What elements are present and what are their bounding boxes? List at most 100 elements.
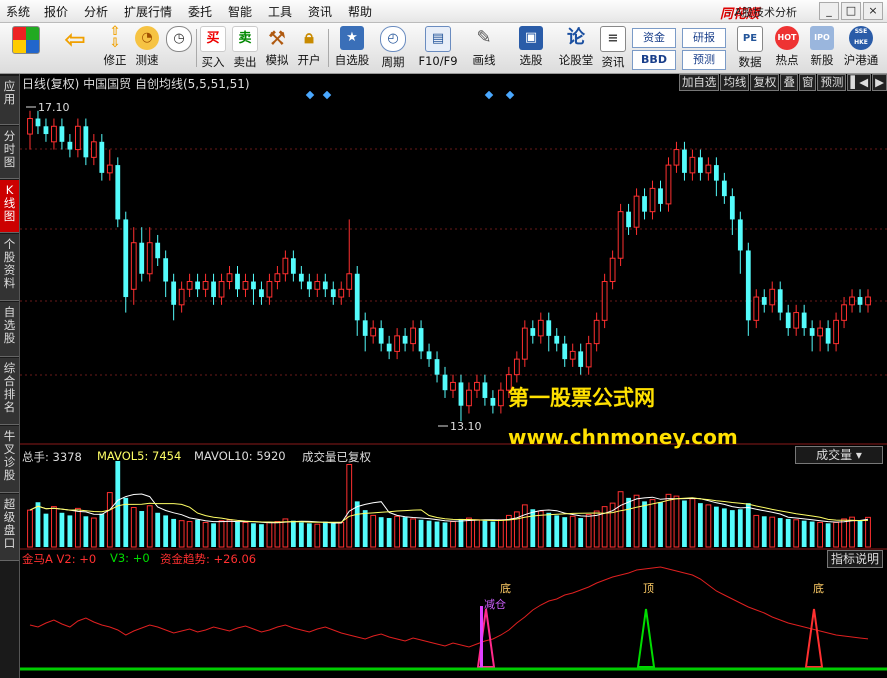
forecast-chart-button[interactable]: 预测	[817, 74, 847, 91]
clock2-button[interactable]: ◷	[164, 25, 194, 71]
tab-stock-profile[interactable]: 个股资料	[0, 234, 19, 301]
data-button[interactable]: PE 数据	[734, 25, 766, 71]
volume-adjusted-note: 成交量已复权	[302, 450, 371, 464]
tab-ranking[interactable]: 综合排名	[0, 358, 19, 425]
forum-button[interactable]: 论 论股堂	[556, 25, 596, 71]
menu-extended-market[interactable]: 扩展行情	[124, 3, 172, 20]
grid-button[interactable]	[10, 25, 42, 71]
tab-apps[interactable]: 应用	[0, 76, 19, 125]
back-button[interactable]: ⇦	[58, 25, 92, 71]
menu-order[interactable]: 委托	[188, 3, 212, 20]
volume-bar	[434, 521, 440, 547]
menu-system[interactable]: 系统	[6, 3, 30, 20]
buy-button[interactable]: 买 买入	[198, 25, 228, 71]
menu-quote[interactable]: 报价	[44, 3, 68, 20]
prev-button[interactable]: ▌◀	[847, 74, 872, 91]
window-controls: _ □ ×	[817, 2, 883, 20]
volume-bar	[106, 492, 113, 548]
menu-news[interactable]: 资讯	[308, 3, 332, 20]
f10-button[interactable]: ▤ F10/F9	[416, 25, 460, 71]
volume-bar	[546, 512, 552, 547]
candle-body	[74, 125, 81, 151]
candle-body	[785, 312, 791, 329]
speed-test-button[interactable]: ◔ 测速	[132, 25, 162, 71]
close-button[interactable]: ×	[863, 2, 883, 20]
forum-label: 论股堂	[558, 53, 594, 67]
candle-body	[649, 187, 656, 213]
revise-button[interactable]: ⇧ ⇩ 修正	[100, 25, 130, 71]
stock-picker-button[interactable]: ▣ 选股	[512, 25, 550, 71]
volume-bar	[673, 495, 680, 548]
candle-body	[27, 118, 33, 135]
star-folder-icon: ★	[340, 26, 364, 50]
volume-bar	[362, 510, 368, 547]
menu-help[interactable]: 帮助	[348, 3, 372, 20]
window-button[interactable]: 窗	[798, 74, 817, 91]
candle-body	[290, 258, 296, 274]
indicator-v3-label: V3: +0	[110, 551, 150, 565]
research-button[interactable]: 研报	[682, 28, 726, 48]
kline-chart-area[interactable]: 17.10 13.10	[20, 91, 887, 678]
adjust-button[interactable]: 复权	[750, 74, 780, 91]
candle-body	[554, 335, 560, 344]
candle-body	[578, 351, 584, 367]
menu-smart[interactable]: 智能	[228, 3, 252, 20]
period-button[interactable]: ◴ 周期	[376, 25, 410, 71]
candle-body	[259, 289, 264, 298]
news-button[interactable]: ≡ 资讯	[598, 25, 628, 71]
candle-body	[146, 242, 153, 275]
candle-body	[537, 319, 544, 337]
overlay-button[interactable]: 叠	[780, 74, 798, 91]
candle-body	[330, 289, 336, 298]
candle-body	[490, 397, 496, 406]
signal-reduce-note: 减仓	[484, 598, 506, 611]
volume-bar	[394, 515, 401, 548]
volume-bar	[626, 497, 631, 547]
left-tab-bar: 应用 分时图 K线图 个股资料 自选股 综合排名 牛叉诊股 超级盘口	[0, 74, 20, 678]
new-stock-button[interactable]: IPO 新股	[806, 25, 838, 71]
tab-super-orderbook[interactable]: 超级盘口	[0, 494, 19, 561]
candle-body	[793, 312, 800, 329]
volume-bar	[322, 521, 328, 547]
add-watchlist-button[interactable]: 加自选	[678, 74, 720, 91]
hk-connect-button[interactable]: SSE HKE 沪港通	[840, 25, 882, 71]
tab-intraday-label: 分时图	[3, 129, 16, 169]
candle-body	[626, 211, 631, 228]
tab-kline[interactable]: K线图	[0, 180, 19, 233]
volume-bar	[442, 522, 448, 547]
watchlist-button[interactable]: ★ 自选股	[332, 25, 372, 71]
simulate-button[interactable]: ⚒ 模拟	[262, 25, 292, 71]
volume-bar	[753, 514, 760, 548]
volume-indicator-select[interactable]: 成交量 ▾	[795, 446, 883, 464]
candle-body	[402, 335, 408, 344]
candle-body	[665, 164, 672, 205]
hot-button[interactable]: HOT 热点	[770, 25, 804, 71]
volume-bar	[482, 520, 488, 547]
indicator-help-button[interactable]: 指标说明	[827, 550, 883, 568]
volume-bar	[282, 518, 289, 548]
tab-watchlist[interactable]: 自选股	[0, 302, 19, 357]
sell-button[interactable]: 卖 卖出	[230, 25, 260, 71]
tab-intraday[interactable]: 分时图	[0, 126, 19, 179]
menu-tools[interactable]: 工具	[268, 3, 292, 20]
volume-bar	[817, 521, 824, 548]
bbd-button[interactable]: BBD	[632, 50, 676, 70]
tab-diagnosis[interactable]: 牛叉诊股	[0, 426, 19, 493]
volume-bar	[721, 508, 727, 547]
menu-analysis[interactable]: 分析	[84, 3, 108, 20]
fund-button[interactable]: 资金	[632, 28, 676, 48]
next-button[interactable]: ▶	[872, 74, 887, 91]
minimize-button[interactable]: _	[819, 2, 839, 20]
open-account-button[interactable]: 🔒︎ 开户	[294, 25, 324, 71]
moving-average-button[interactable]: 均线	[720, 74, 750, 91]
candle-body	[713, 165, 719, 181]
volume-bar	[490, 521, 496, 547]
candle-body	[155, 242, 161, 259]
draw-line-button[interactable]: ✎ 画线	[466, 25, 502, 71]
volume-bar	[298, 522, 304, 547]
forecast-button[interactable]: 预测	[682, 50, 726, 70]
candle-body	[617, 211, 624, 259]
volume-bar	[554, 515, 560, 547]
maximize-button[interactable]: □	[841, 2, 861, 20]
candle-body	[378, 328, 384, 344]
